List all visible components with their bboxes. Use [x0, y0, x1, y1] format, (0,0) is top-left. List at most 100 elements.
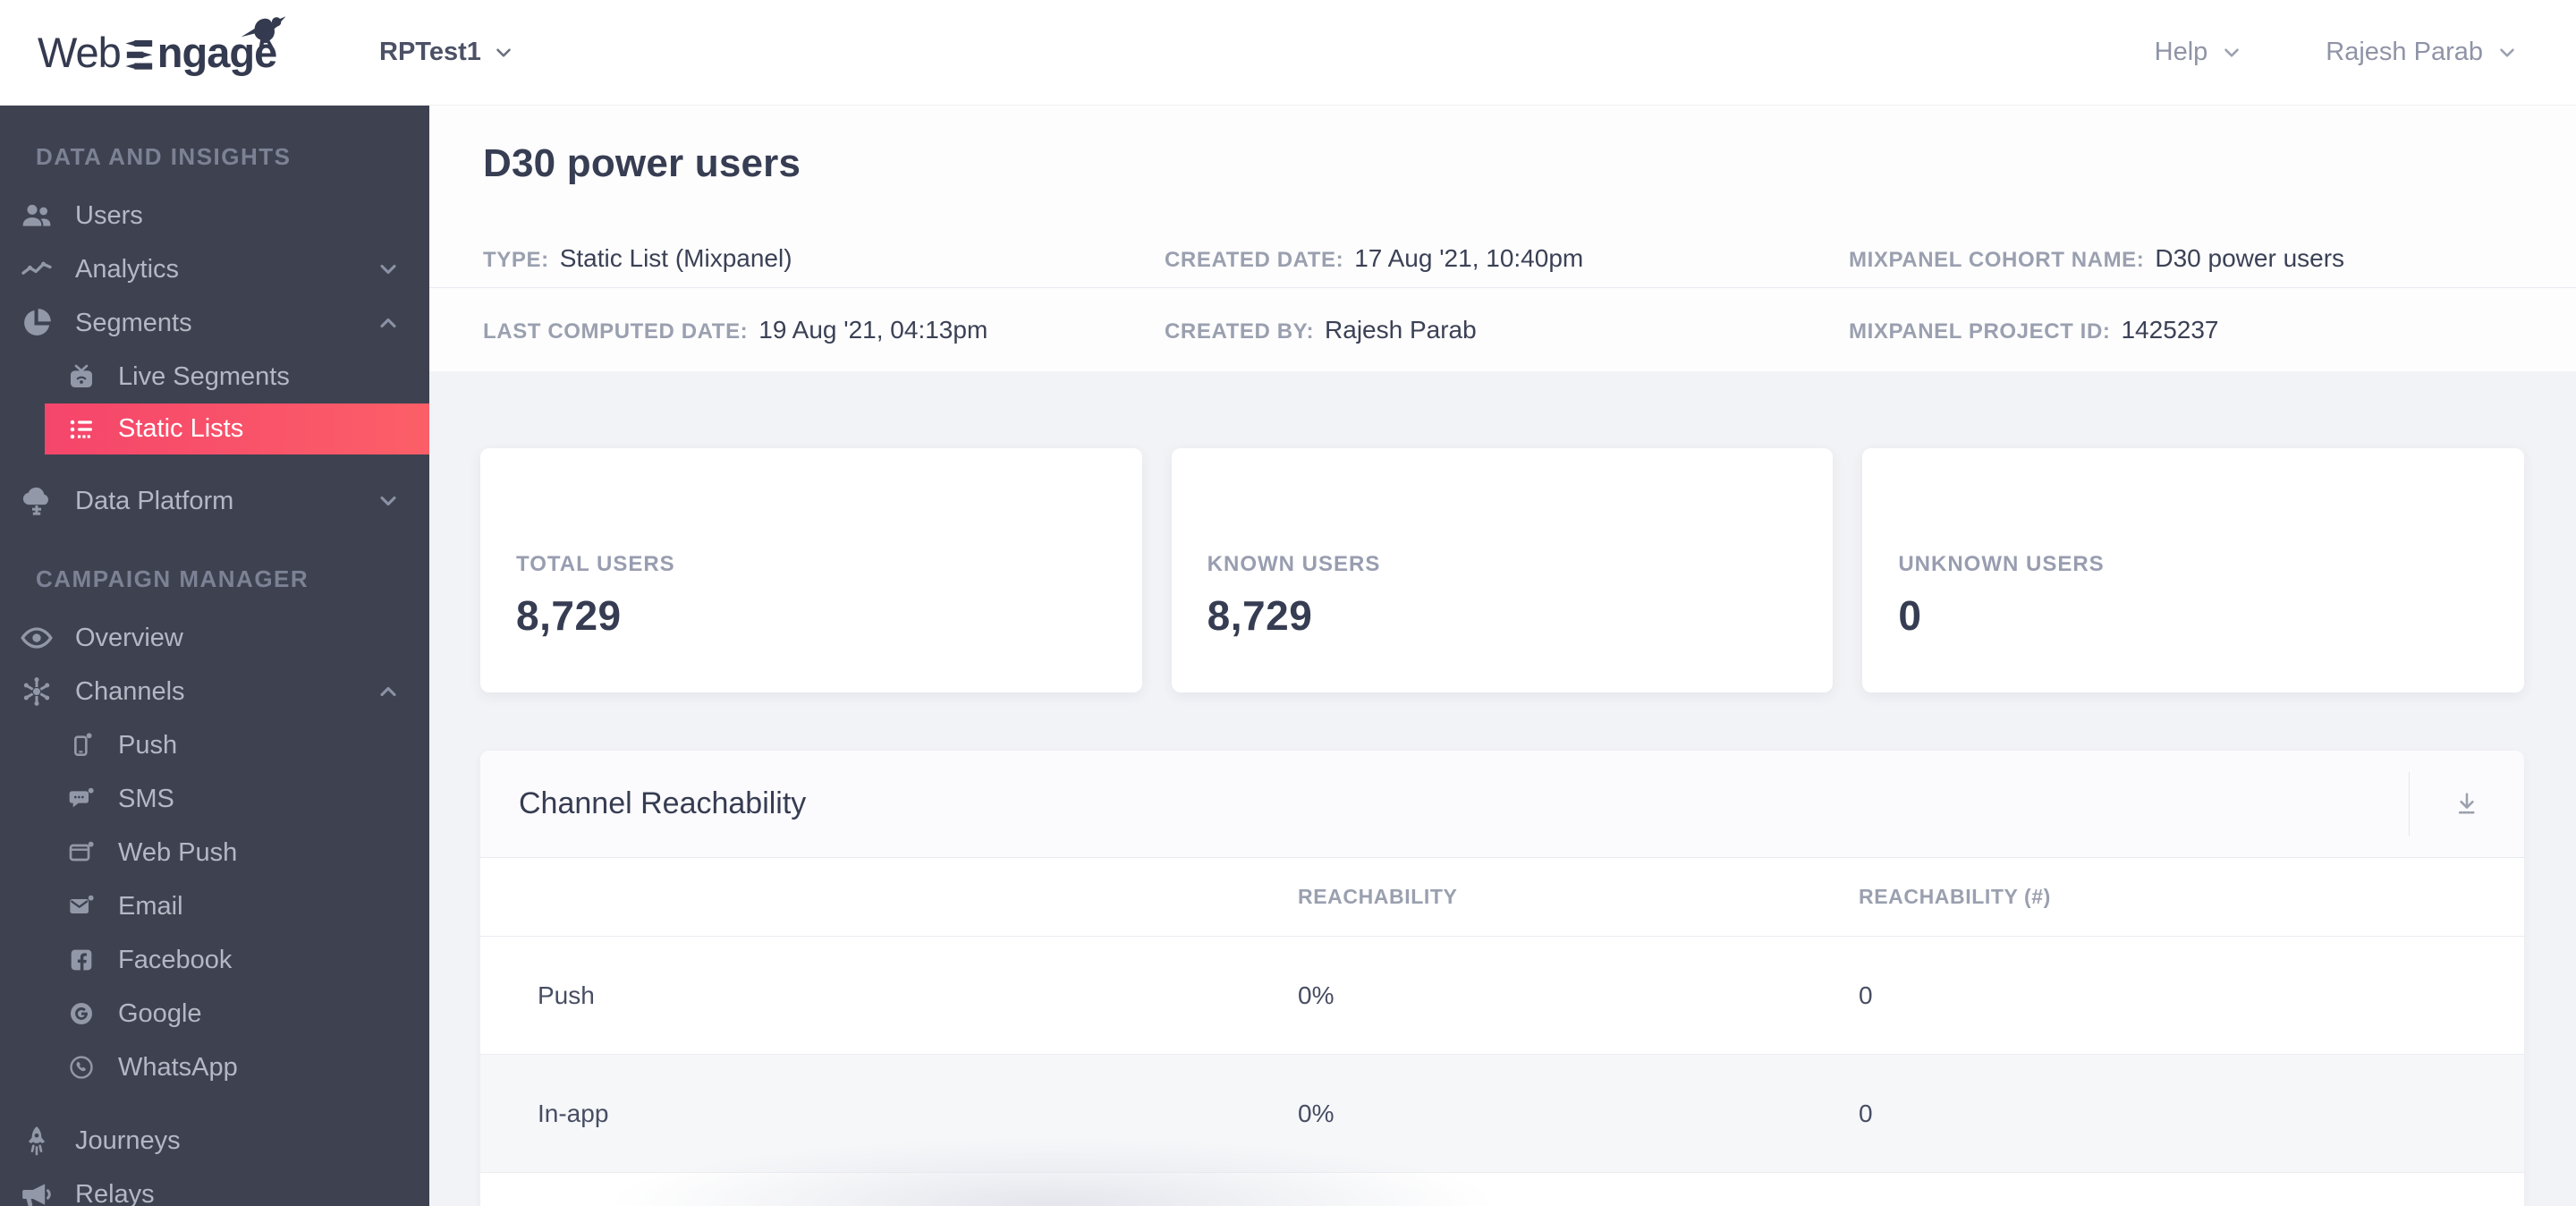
stats-row: TOTAL USERS 8,729 KNOWN USERS 8,729 UNKN…: [480, 448, 2525, 692]
meta-value: Rajesh Parab: [1325, 315, 1477, 344]
user-name: Rajesh Parab: [2326, 38, 2483, 66]
sidebar-section-campaign-manager: CAMPAIGN MANAGER: [36, 565, 309, 592]
stat-label: KNOWN USERS: [1207, 551, 1381, 576]
meta-created-by: CREATED BY: Rajesh Parab: [1165, 316, 1849, 344]
sidebar-item-static-lists[interactable]: Static Lists: [45, 403, 429, 454]
stat-value: 0: [1898, 591, 1922, 639]
users-icon: [18, 197, 55, 234]
channel-reachability-panel: Channel Reachability REACHABILITY REACHA…: [480, 751, 2524, 1206]
topbar: Web ngage RPTest1 Help Rajesh Parab: [0, 0, 2576, 106]
meta-row-2: LAST COMPUTED DATE: 19 Aug '21, 04:13pm …: [429, 288, 2576, 371]
sidebar-item-sms[interactable]: SMS: [0, 772, 429, 826]
sidebar-item-google[interactable]: Google: [0, 987, 429, 1040]
meta-type: TYPE: Static List (Mixpanel): [483, 244, 1165, 287]
segments-submenu: Live Segments Static Lists: [0, 350, 429, 454]
stat-value: 8,729: [1207, 591, 1313, 639]
whatsapp-icon: [67, 1053, 96, 1082]
page-title: D30 power users: [483, 141, 801, 185]
meta-value: Static List (Mixpanel): [559, 244, 792, 272]
stat-card-unknown-users: UNKNOWN USERS 0: [1862, 448, 2525, 692]
column-header-reachability: REACHABILITY: [1298, 885, 1458, 908]
stat-card-known-users: KNOWN USERS 8,729: [1171, 448, 1834, 692]
table-row-partial: [480, 1173, 2524, 1206]
live-segments-icon: [67, 362, 96, 391]
channels-icon: [18, 673, 55, 710]
sidebar-item-label: Static Lists: [118, 414, 244, 443]
logo-arrows-e-icon: [125, 39, 152, 70]
download-icon: [2458, 792, 2476, 813]
sidebar-item-facebook[interactable]: Facebook: [0, 933, 429, 987]
help-label: Help: [2154, 38, 2208, 66]
channels-submenu: Push SMS Web Push Email Facebook Google …: [0, 718, 429, 1094]
sidebar-item-label: Channels: [75, 676, 185, 706]
column-header-reachability-count: REACHABILITY (#): [1859, 885, 2051, 908]
project-selector[interactable]: RPTest1: [379, 38, 515, 67]
meta-label: CREATED BY:: [1165, 318, 1315, 344]
meta-label: TYPE:: [483, 248, 549, 272]
sidebar-item-label: Segments: [75, 308, 192, 337]
meta-mixpanel-cohort-name: MIXPANEL COHORT NAME: D30 power users: [1849, 244, 2576, 287]
user-menu[interactable]: Rajesh Parab: [2326, 38, 2519, 67]
sidebar-item-users[interactable]: Users: [0, 189, 429, 242]
sidebar-item-segments[interactable]: Segments: [0, 296, 429, 350]
sidebar-item-relays[interactable]: Relays: [0, 1168, 429, 1206]
content-area: TOTAL USERS 8,729 KNOWN USERS 8,729 UNKN…: [429, 371, 2576, 1206]
cell-reachability: 0%: [1298, 1099, 1335, 1127]
sidebar-section-data-and-insights: DATA AND INSIGHTS: [36, 143, 292, 170]
stat-card-total-users: TOTAL USERS 8,729: [480, 448, 1142, 692]
cell-reachability-count: 0: [1859, 981, 1873, 1009]
sidebar-item-label: SMS: [118, 784, 174, 813]
sidebar-item-email[interactable]: Email: [0, 879, 429, 933]
sms-icon: [67, 785, 96, 813]
meta-label: MIXPANEL PROJECT ID:: [1849, 318, 2111, 344]
sidebar-item-label: Facebook: [118, 945, 233, 974]
sidebar-item-push[interactable]: Push: [0, 718, 429, 772]
panel-header: Channel Reachability: [480, 751, 2524, 858]
chevron-down-icon: [376, 488, 401, 514]
data-platform-icon: [18, 482, 55, 520]
table-header-row: REACHABILITY REACHABILITY (#): [480, 858, 2524, 937]
meta-created-date: CREATED DATE: 17 Aug '21, 10:40pm: [1165, 244, 1849, 287]
main-content: D30 power users TYPE: Static List (Mixpa…: [429, 106, 2576, 1206]
sidebar-item-label: Users: [75, 200, 143, 230]
sidebar-item-label: Email: [118, 891, 183, 921]
analytics-icon: [18, 251, 55, 288]
sidebar-item-data-platform[interactable]: Data Platform: [0, 474, 429, 528]
google-icon: [67, 999, 96, 1028]
sidebar-item-label: Web Push: [118, 837, 238, 867]
overview-icon: [18, 619, 55, 657]
sidebar-item-journeys[interactable]: Journeys: [0, 1114, 429, 1168]
sidebar-item-label: Relays: [75, 1179, 155, 1206]
meta-label: LAST COMPUTED DATE:: [483, 318, 749, 344]
web-push-icon: [67, 838, 96, 867]
sidebar-item-label: Live Segments: [118, 361, 290, 391]
help-menu[interactable]: Help: [2155, 38, 2244, 67]
sidebar: DATA AND INSIGHTS Users Analytics Segmen…: [0, 106, 429, 1206]
cell-channel: In-app: [538, 1099, 609, 1127]
chevron-up-icon: [376, 310, 401, 335]
table-row-push: Push 0% 0: [480, 937, 2524, 1055]
cell-channel: Push: [538, 981, 595, 1009]
sidebar-item-label: Overview: [75, 623, 183, 652]
meta-value: 17 Aug '21, 10:40pm: [1354, 244, 1584, 272]
meta-value: D30 power users: [2155, 244, 2345, 272]
page-header: D30 power users TYPE: Static List (Mixpa…: [429, 106, 2576, 371]
table-row-in-app: In-app 0% 0: [480, 1055, 2524, 1173]
meta-label: CREATED DATE:: [1165, 248, 1344, 272]
chevron-down-icon: [376, 257, 401, 282]
stat-label: TOTAL USERS: [516, 551, 675, 576]
sidebar-item-whatsapp[interactable]: WhatsApp: [0, 1040, 429, 1094]
sidebar-item-overview[interactable]: Overview: [0, 611, 429, 665]
meta-label: MIXPANEL COHORT NAME:: [1849, 248, 2145, 272]
sidebar-item-label: Google: [118, 998, 202, 1028]
sidebar-item-analytics[interactable]: Analytics: [0, 242, 429, 296]
meta-value: 19 Aug '21, 04:13pm: [758, 315, 988, 344]
sidebar-item-live-segments[interactable]: Live Segments: [0, 350, 429, 403]
sidebar-item-web-push[interactable]: Web Push: [0, 826, 429, 879]
sidebar-item-channels[interactable]: Channels: [0, 665, 429, 718]
sidebar-item-label: Push: [118, 730, 178, 760]
download-button[interactable]: [2410, 751, 2524, 857]
sidebar-item-label: Journeys: [75, 1125, 181, 1155]
sidebar-item-label: Analytics: [75, 254, 180, 284]
sidebar-item-label: Data Platform: [75, 486, 234, 515]
